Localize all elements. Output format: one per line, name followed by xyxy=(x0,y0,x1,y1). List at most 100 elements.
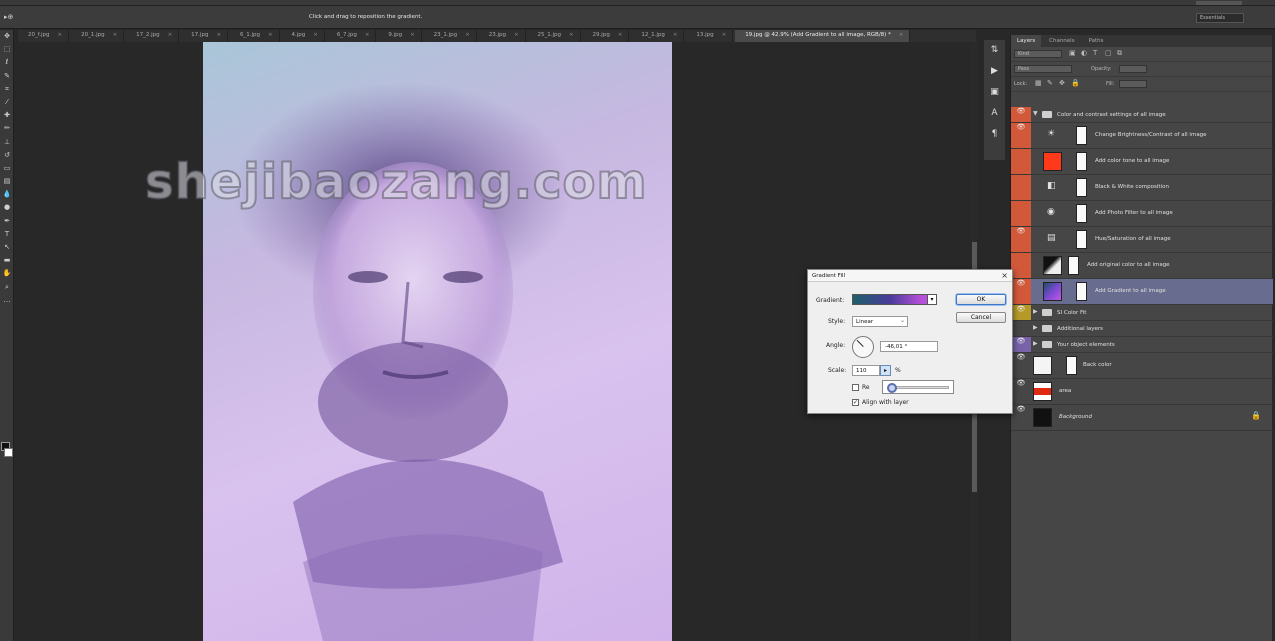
lock-position-icon[interactable]: ✥ xyxy=(1059,79,1065,87)
close-icon[interactable]: × xyxy=(618,32,623,38)
close-icon[interactable]: × xyxy=(113,32,118,38)
close-icon[interactable]: × xyxy=(216,32,221,38)
scale-slider-knob[interactable] xyxy=(887,383,897,393)
tab-layers[interactable]: Layers xyxy=(1011,35,1042,47)
dodge-tool-icon[interactable]: ● xyxy=(0,201,14,214)
layer-row[interactable]: ◉ Add Photo Filter to all image xyxy=(1011,201,1273,227)
visibility-eye-icon[interactable]: 👁 xyxy=(1011,305,1031,320)
brush-tool-icon[interactable]: ✏ xyxy=(0,122,14,135)
adjustments-panel-icon[interactable]: ▣ xyxy=(984,82,1005,103)
type-tool-icon[interactable]: T xyxy=(0,228,14,241)
chevron-down-icon[interactable]: ▾ xyxy=(927,294,937,305)
scale-input[interactable]: 110 xyxy=(852,365,880,376)
opacity-field[interactable] xyxy=(1119,65,1147,73)
document-tab[interactable]: 17.jpg × xyxy=(181,30,229,42)
layer-mask-thumb[interactable] xyxy=(1076,152,1087,171)
filter-pixel-icon[interactable]: ▣ xyxy=(1069,49,1076,57)
close-icon[interactable]: × xyxy=(268,32,273,38)
close-icon[interactable]: × xyxy=(168,32,173,38)
lock-pixels-icon[interactable]: ✎ xyxy=(1047,79,1053,87)
ok-button[interactable]: OK xyxy=(956,294,1006,305)
document-tab-active[interactable]: 19.jpg @ 42.9% (Add Gradient to all imag… xyxy=(735,30,911,42)
tab-channels[interactable]: Channels xyxy=(1043,35,1080,47)
document-tab[interactable]: 12_1.jpg × xyxy=(631,30,685,42)
close-icon[interactable]: × xyxy=(365,32,370,38)
gradient-tool-icon[interactable]: ▤ xyxy=(0,175,14,188)
layer-row[interactable]: 👁 ▤ Hue/Saturation of all image xyxy=(1011,227,1273,253)
visibility-eye-icon[interactable]: 👁 xyxy=(1011,405,1031,430)
layer-row[interactable]: ◧ Black & White composition xyxy=(1011,175,1273,201)
close-icon[interactable]: × xyxy=(722,32,727,38)
document-tab[interactable]: 23_1.jpg × xyxy=(424,30,477,42)
character-panel-icon[interactable]: A xyxy=(984,103,1005,124)
blend-mode-select[interactable]: Pass xyxy=(1014,65,1072,73)
layer-row[interactable]: 👁 Background 🔒 xyxy=(1011,405,1273,431)
expand-triangle-icon[interactable]: ▶ xyxy=(1033,324,1038,331)
align-with-layer-checkbox[interactable]: ✓ xyxy=(852,399,859,406)
layer-row[interactable]: 👁 area xyxy=(1011,379,1273,405)
actions-panel-icon[interactable]: ▶ xyxy=(984,61,1005,82)
history-panel-icon[interactable]: ⇅ xyxy=(984,40,1005,61)
document-tab[interactable]: 6_1.jpg × xyxy=(230,30,280,42)
layer-group-row[interactable]: 👁 ▼ Color and contrast settings of all i… xyxy=(1011,107,1273,123)
document-tab[interactable]: 17_2.jpg × xyxy=(126,30,180,42)
scale-slider-toggle[interactable]: ▸ xyxy=(880,365,891,376)
filter-type-icon[interactable]: T xyxy=(1093,49,1097,57)
document-tab[interactable]: 25_1.jpg × xyxy=(528,30,581,42)
pen-tool-icon[interactable]: ✒ xyxy=(0,215,14,228)
layer-row[interactable]: 👁 Back color xyxy=(1011,353,1273,379)
layer-mask-thumb[interactable] xyxy=(1076,178,1087,197)
layer-group-row[interactable]: 👁 ▶ SI Color Fit xyxy=(1011,305,1273,321)
lasso-tool-icon[interactable]: ℓ xyxy=(0,56,14,69)
gradient-picker[interactable] xyxy=(852,294,937,305)
close-icon[interactable]: × xyxy=(514,32,519,38)
filter-adjust-icon[interactable]: ◐ xyxy=(1081,49,1087,57)
quick-select-tool-icon[interactable]: ✎ xyxy=(0,70,14,83)
scale-slider-track[interactable] xyxy=(891,386,949,389)
layer-row-selected[interactable]: 👁 Add Gradient to all image xyxy=(1011,279,1273,305)
document-tab[interactable]: 6_7.jpg × xyxy=(327,30,377,42)
shape-tool-icon[interactable]: ▬ xyxy=(0,254,14,267)
current-tool-icon[interactable]: ▸⊕ xyxy=(4,13,13,21)
layer-mask-thumb[interactable] xyxy=(1066,356,1077,375)
blur-tool-icon[interactable]: 💧 xyxy=(0,188,14,201)
layer-group-row[interactable]: 👁 ▶ Your object elements xyxy=(1011,337,1273,353)
filter-smart-icon[interactable]: ⧉ xyxy=(1117,49,1122,58)
paragraph-panel-icon[interactable]: ¶ xyxy=(984,124,1005,145)
close-icon[interactable]: × xyxy=(58,32,63,38)
expand-triangle-icon[interactable]: ▶ xyxy=(1033,340,1038,347)
layer-mask-thumb[interactable] xyxy=(1076,126,1087,145)
layer-row[interactable]: Add original color to all image xyxy=(1011,253,1273,279)
gradient-fill-thumb[interactable] xyxy=(1043,282,1062,301)
history-brush-tool-icon[interactable]: ↺ xyxy=(0,149,14,162)
layer-kind-filter[interactable]: Kind xyxy=(1014,50,1062,58)
layer-image-thumb[interactable] xyxy=(1043,256,1062,275)
crop-tool-icon[interactable]: ⌗ xyxy=(0,83,14,96)
close-icon[interactable]: × xyxy=(569,32,574,38)
lock-all-icon[interactable]: 🔒 xyxy=(1071,79,1080,87)
document-tab[interactable]: 20_f.jpg × xyxy=(18,30,70,42)
menu-search-field[interactable] xyxy=(1196,1,1242,5)
visibility-eye-icon[interactable]: 👁 xyxy=(1011,279,1031,304)
color-fill-thumb[interactable] xyxy=(1043,152,1062,171)
close-icon[interactable]: × xyxy=(313,32,318,38)
visibility-eye-icon[interactable]: 👁 xyxy=(1011,379,1031,404)
fill-field[interactable] xyxy=(1119,80,1147,88)
close-icon[interactable]: × xyxy=(673,32,678,38)
visibility-eye-icon[interactable]: 👁 xyxy=(1011,123,1031,148)
style-select[interactable]: Linear ⌄ xyxy=(852,316,908,327)
document-tab[interactable]: 29.jpg × xyxy=(583,30,630,42)
stamp-tool-icon[interactable]: ⊥ xyxy=(0,136,14,149)
document-tab[interactable]: 23.jpg × xyxy=(479,30,526,42)
layer-row[interactable]: 👁 ☀ Change Brightness/Contrast of all im… xyxy=(1011,123,1273,149)
close-icon[interactable]: × xyxy=(410,32,415,38)
document-tab[interactable]: 9.jpg × xyxy=(378,30,422,42)
expand-triangle-icon[interactable]: ▶ xyxy=(1033,308,1038,315)
close-icon[interactable]: × xyxy=(1001,271,1008,280)
layer-mask-thumb[interactable] xyxy=(1076,282,1087,301)
expand-triangle-icon[interactable]: ▼ xyxy=(1033,110,1038,117)
eraser-tool-icon[interactable]: ▭ xyxy=(0,162,14,175)
angle-input[interactable]: -46,01 ° xyxy=(880,341,938,352)
document-tab[interactable]: 13.jpg × xyxy=(686,30,734,42)
eyedropper-tool-icon[interactable]: ⁄ xyxy=(0,96,14,109)
